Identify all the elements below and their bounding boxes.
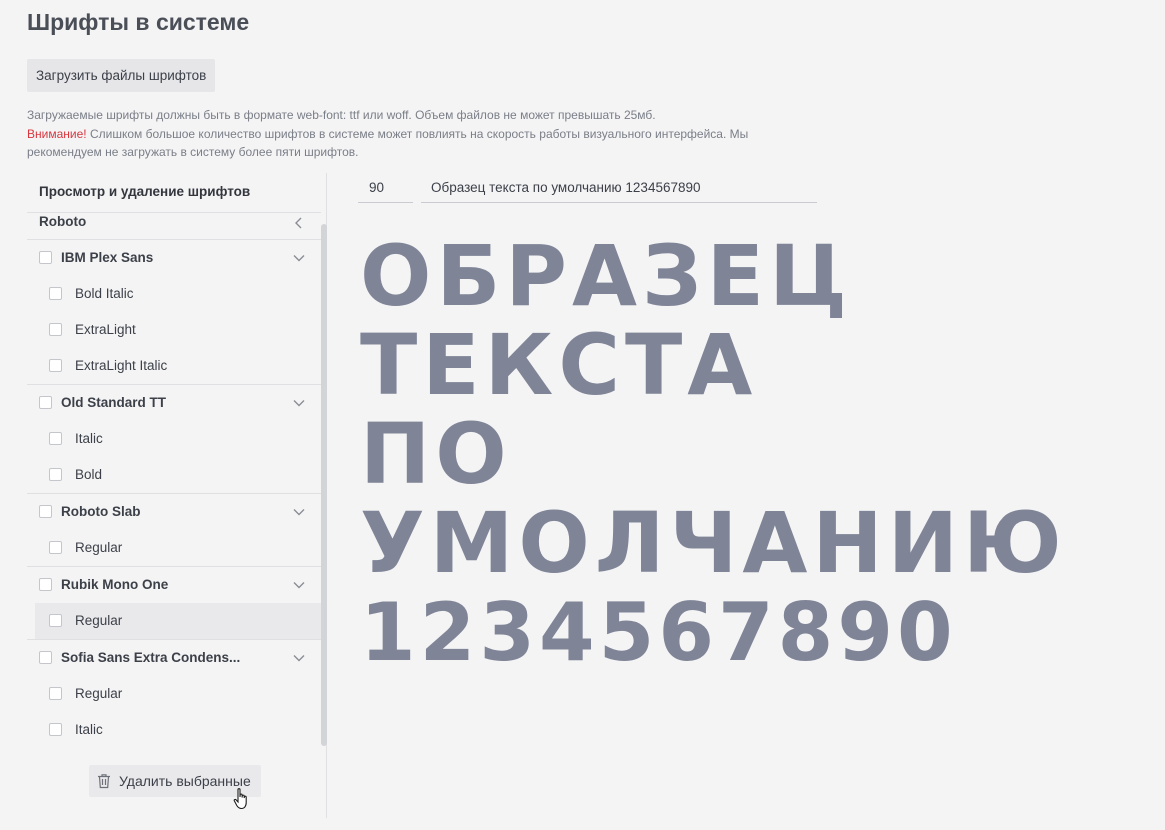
chevron-down-icon[interactable]	[292, 652, 306, 664]
family-checkbox[interactable]	[39, 578, 52, 591]
family-name: IBM Plex Sans	[61, 250, 154, 265]
sample-text-input[interactable]	[421, 173, 817, 203]
style-checkbox[interactable]	[49, 323, 62, 336]
style-name: Italic	[75, 431, 103, 446]
style-name: ExtraLight	[75, 322, 136, 337]
delete-selected-label: Удалить выбранные	[119, 773, 251, 789]
font-family-group: Sofia Sans Extra Condens... Regular Ital…	[27, 640, 321, 748]
font-family-group: IBM Plex Sans Bold Italic ExtraLight Ext…	[27, 240, 321, 385]
font-family-row[interactable]: Roboto Slab	[27, 494, 321, 530]
trash-icon	[98, 774, 110, 789]
style-checkbox[interactable]	[49, 432, 62, 445]
style-checkbox[interactable]	[49, 687, 62, 700]
selected-font-row[interactable]: Roboto	[27, 212, 321, 240]
selected-font-name: Roboto	[39, 214, 87, 229]
preview-line: ПО	[360, 405, 512, 503]
chevron-down-icon[interactable]	[292, 579, 306, 591]
warning-note: Внимание! Слишком большое количество шри…	[27, 125, 787, 162]
preview-line: 1234567890	[360, 586, 957, 679]
font-style-row[interactable]: ExtraLight Italic	[27, 348, 321, 384]
family-name: Sofia Sans Extra Condens...	[61, 650, 241, 665]
fonts-page: Шрифты в системе Загрузить файлы шрифтов…	[0, 0, 1165, 830]
style-name: Regular	[75, 686, 123, 701]
font-style-row[interactable]: Italic	[27, 421, 321, 457]
family-name: Rubik Mono One	[61, 577, 169, 592]
font-family-row[interactable]: Sofia Sans Extra Condens...	[27, 640, 321, 676]
style-checkbox[interactable]	[49, 468, 62, 481]
style-name: Bold	[75, 467, 103, 482]
font-style-row[interactable]: Regular	[27, 530, 321, 566]
scrollbar-thumb[interactable]	[321, 224, 327, 746]
family-checkbox[interactable]	[39, 251, 52, 264]
font-style-row[interactable]: ExtraLight	[27, 312, 321, 348]
upload-notes: Загружаемые шрифты должны быть в формате…	[27, 106, 787, 162]
warning-text: Слишком большое количество шрифтов в сис…	[27, 126, 749, 160]
preview-line: ОБРАЗЕЦ	[360, 227, 852, 325]
chevron-down-icon[interactable]	[292, 506, 306, 518]
font-style-row[interactable]: Regular	[35, 603, 321, 639]
preview-line: УМОЛЧАНИЮ	[360, 494, 1067, 592]
family-name: Old Standard TT	[61, 395, 167, 410]
list-scrollbar[interactable]	[321, 212, 327, 760]
style-checkbox[interactable]	[49, 287, 62, 300]
font-list: Roboto IBM Plex Sans Bold Italic ExtraLi…	[27, 212, 321, 748]
font-size-field[interactable]	[358, 173, 413, 203]
font-family-row[interactable]: IBM Plex Sans	[27, 240, 321, 276]
font-family-group: Rubik Mono One Regular	[27, 567, 321, 640]
preview-line: ТЕКСТА	[360, 316, 758, 414]
style-checkbox[interactable]	[49, 614, 62, 627]
style-checkbox[interactable]	[49, 541, 62, 554]
style-checkbox[interactable]	[49, 723, 62, 736]
font-family-row[interactable]: Rubik Mono One	[27, 567, 321, 603]
font-style-row[interactable]: Bold	[27, 457, 321, 493]
style-checkbox[interactable]	[49, 359, 62, 372]
font-family-group: Roboto Slab Regular	[27, 494, 321, 567]
warning-label: Внимание!	[27, 126, 87, 141]
chevron-down-icon[interactable]	[292, 397, 306, 409]
upload-fonts-button[interactable]: Загрузить файлы шрифтов	[27, 59, 216, 92]
style-name: Italic	[75, 722, 103, 737]
family-name: Roboto Slab	[61, 504, 141, 519]
font-family-group: Old Standard TT Italic Bold	[27, 385, 321, 494]
font-family-row[interactable]: Old Standard TT	[27, 385, 321, 421]
font-list-panel: Просмотр и удаление шрифтов Roboto IBM P…	[27, 173, 327, 818]
style-name: Bold Italic	[75, 286, 134, 301]
panel-title: Просмотр и удаление шрифтов	[39, 184, 251, 199]
format-note: Загружаемые шрифты должны быть в формате…	[27, 108, 656, 122]
font-preview: ОБРАЗЕЦ ТЕКСТА ПО УМОЛЧАНИЮ 1234567890	[360, 227, 1150, 679]
chevron-left-icon[interactable]	[293, 216, 305, 230]
family-checkbox[interactable]	[39, 396, 52, 409]
font-style-row[interactable]: Italic	[27, 712, 321, 748]
page-title: Шрифты в системе	[27, 9, 250, 35]
style-name: Regular	[75, 540, 123, 555]
style-name: Regular	[75, 613, 123, 628]
chevron-down-icon[interactable]	[292, 252, 306, 264]
family-checkbox[interactable]	[39, 651, 52, 664]
font-style-row[interactable]: Bold Italic	[27, 276, 321, 312]
font-style-row[interactable]: Regular	[27, 676, 321, 712]
style-name: ExtraLight Italic	[75, 358, 168, 373]
hand-cursor-icon	[233, 788, 247, 810]
family-checkbox[interactable]	[39, 505, 52, 518]
